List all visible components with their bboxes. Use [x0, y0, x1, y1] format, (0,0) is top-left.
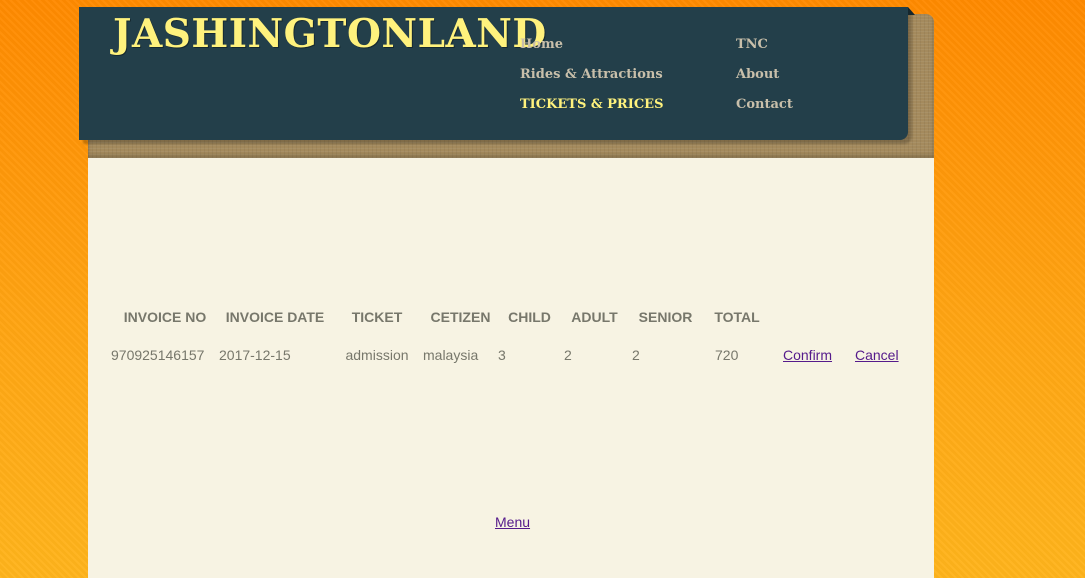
- column-header-total: TOTAL: [714, 309, 760, 325]
- invoice-table-body: 970925146157 2017-12-15 admission malays…: [111, 336, 899, 374]
- nav-tickets-prices-link[interactable]: TICKETS & PRICES: [520, 97, 663, 112]
- column-header-cancel-spacer: [843, 298, 899, 336]
- site-logo: JASHINGTONLAND: [113, 11, 547, 57]
- column-header-child: CHILD: [508, 309, 551, 325]
- confirm-cell: Confirm: [771, 336, 843, 374]
- menu-link[interactable]: Menu: [495, 514, 530, 530]
- column-header-invoice-date: INVOICE DATE: [225, 309, 325, 325]
- table-header-row: INVOICE NO INVOICE DATE TICKET CETIZEN C…: [111, 298, 899, 336]
- column-header-adult: ADULT: [571, 309, 618, 325]
- invoice-no-cell: 970925146157: [111, 347, 205, 363]
- nav-tnc-link[interactable]: TNC: [736, 37, 768, 52]
- nav-rides-attractions-link[interactable]: Rides & Attractions: [520, 67, 663, 82]
- citizen-cell: malaysia: [423, 347, 479, 363]
- column-header-ticket: TICKET: [351, 309, 403, 325]
- senior-count-cell: 2: [632, 347, 640, 363]
- nav-contact-link[interactable]: Contact: [736, 97, 793, 112]
- column-header-confirm-spacer: [771, 298, 843, 336]
- site-header: JASHINGTONLAND Home Rides & Attractions …: [79, 7, 915, 140]
- total-cell: 720: [715, 347, 739, 363]
- page-container: JASHINGTONLAND Home Rides & Attractions …: [79, 7, 934, 578]
- cancel-link[interactable]: Cancel: [855, 347, 899, 363]
- confirm-link[interactable]: Confirm: [783, 347, 832, 363]
- cancel-cell: Cancel: [843, 336, 899, 374]
- column-header-citizen: CETIZEN: [430, 309, 491, 325]
- column-header-senior: SENIOR: [638, 309, 693, 325]
- main-content: INVOICE NO INVOICE DATE TICKET CETIZEN C…: [88, 158, 934, 578]
- ticket-cell: admission: [345, 347, 409, 363]
- invoice-table-header: INVOICE NO INVOICE DATE TICKET CETIZEN C…: [111, 298, 899, 336]
- child-count-cell: 3: [498, 347, 506, 363]
- table-row: 970925146157 2017-12-15 admission malays…: [111, 336, 899, 374]
- invoice-date-cell: 2017-12-15: [219, 347, 291, 363]
- nav-home-link[interactable]: Home: [520, 37, 563, 52]
- column-header-invoice-no: INVOICE NO: [123, 309, 207, 325]
- invoice-table: INVOICE NO INVOICE DATE TICKET CETIZEN C…: [111, 298, 899, 374]
- adult-count-cell: 2: [564, 347, 572, 363]
- nav-about-link[interactable]: About: [736, 67, 779, 82]
